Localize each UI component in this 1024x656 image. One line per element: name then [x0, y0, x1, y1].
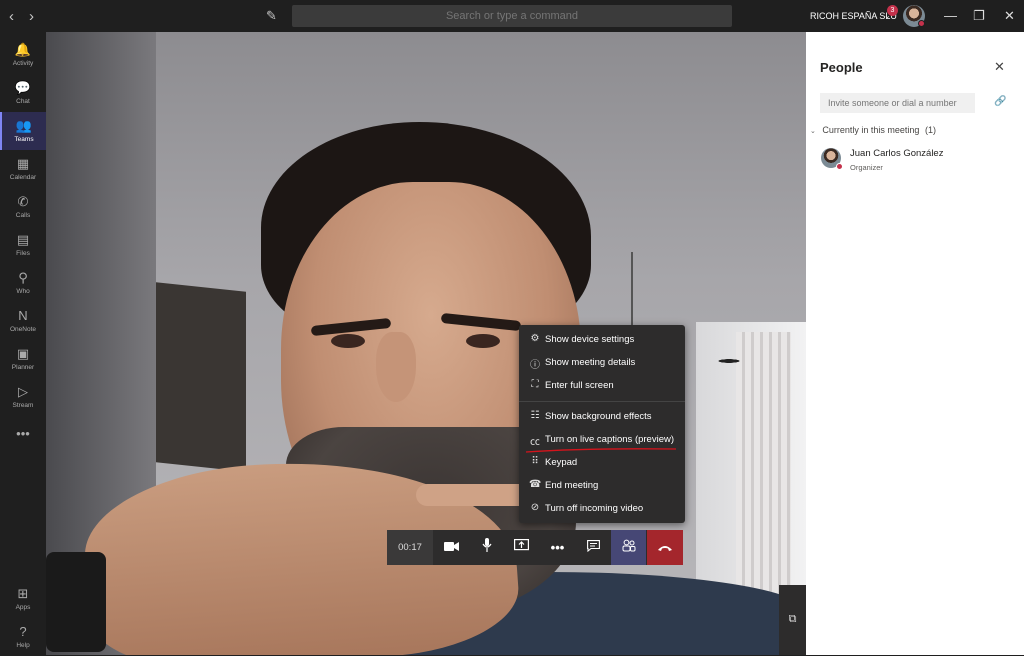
participant-video — [376, 332, 416, 402]
menu-item-meeting-details[interactable]: ⓘ Show meeting details — [519, 351, 685, 374]
search-input[interactable] — [292, 5, 732, 27]
more-actions-menu: ⚙ Show device settings ⓘ Show meeting de… — [519, 325, 685, 523]
menu-item-end-meeting[interactable]: ☎ End meeting — [519, 474, 685, 497]
rail-item-files[interactable]: ▤ Files — [0, 226, 46, 264]
rail-item-calendar[interactable]: ▦ Calendar — [0, 150, 46, 188]
microphone-button[interactable] — [469, 530, 504, 565]
share-screen-button[interactable] — [504, 530, 539, 565]
share-screen-icon — [514, 539, 530, 551]
status-busy-icon — [836, 163, 843, 170]
help-icon: ? — [19, 624, 27, 639]
phone-icon: ✆ — [17, 194, 29, 209]
rail-item-chat[interactable]: 💬 Chat — [0, 74, 46, 112]
captions-icon: ㏄ — [530, 437, 540, 448]
conversation-icon — [587, 540, 600, 553]
maximize-button[interactable]: ❐ — [973, 8, 985, 24]
people-panel: People ✕ 🔗 ⌄ Currently in this meeting (… — [806, 32, 1024, 655]
apps-icon: ⊞ — [17, 586, 29, 601]
planner-icon: ▣ — [16, 346, 30, 361]
participant-count: (1) — [924, 125, 936, 135]
fullscreen-icon: ⛶ — [531, 379, 539, 390]
rail-item-activity[interactable]: 🔔 Activity — [0, 36, 46, 74]
rail-item-planner[interactable]: ▣ Planner — [0, 340, 46, 378]
app-rail: 🔔 Activity 💬 Chat 👥 Teams ▦ Calendar ✆ C… — [0, 32, 46, 655]
title-bar: ‹ › ✎ RICOH ESPAÑA SLU ⌄ 3 — ❐ ✕ — [0, 0, 1024, 32]
chevron-down-icon: ⌄ — [810, 128, 816, 135]
rail-item-apps[interactable]: ⊞ Apps — [0, 580, 46, 618]
call-timer: 00:17 — [387, 530, 433, 565]
toggle-self-video-button[interactable]: ⧉ — [779, 585, 806, 655]
camera-button[interactable] — [434, 530, 469, 565]
more-apps-button[interactable]: ••• — [0, 420, 46, 458]
show-participants-button[interactable] — [611, 530, 646, 565]
participant-name[interactable]: Juan Carlos González — [850, 148, 943, 159]
teams-icon: 👥 — [15, 118, 33, 133]
status-busy-icon — [918, 20, 925, 27]
compose-icon[interactable]: ✎ — [266, 8, 277, 24]
menu-divider — [519, 401, 685, 402]
rail-item-stream[interactable]: ▷ Stream — [0, 378, 46, 416]
camera-switch-icon: ⧉ — [788, 613, 797, 625]
hang-up-icon — [658, 546, 672, 551]
rail-item-who[interactable]: ⚲ Who — [0, 264, 46, 302]
video-camera-icon — [444, 542, 459, 551]
rail-item-help[interactable]: ? Help — [0, 618, 46, 656]
onenote-icon: N — [18, 308, 28, 323]
background-effects-icon: ☷ — [530, 410, 540, 421]
panel-title: People — [820, 60, 863, 75]
info-icon: ⓘ — [530, 360, 540, 371]
participant-video — [46, 552, 106, 652]
rail-item-onenote[interactable]: N OneNote — [0, 302, 46, 340]
participant-role: Organizer — [850, 163, 883, 172]
participants-icon — [622, 539, 635, 552]
more-icon: ••• — [550, 540, 565, 555]
link-icon[interactable]: 🔗 — [994, 96, 1006, 107]
participant-video — [331, 334, 365, 348]
show-conversation-button[interactable] — [576, 530, 611, 565]
calendar-icon: ▦ — [16, 156, 30, 171]
red-underline-annotation — [525, 448, 677, 453]
chat-icon: 💬 — [14, 80, 32, 95]
chevron-right-icon[interactable]: › — [29, 8, 34, 25]
participant-video — [466, 334, 500, 348]
more-actions-button[interactable]: ••• — [540, 530, 575, 565]
menu-item-device-settings[interactable]: ⚙ Show device settings — [519, 328, 685, 351]
bell-icon: 🔔 — [14, 42, 32, 57]
rail-item-calls[interactable]: ✆ Calls — [0, 188, 46, 226]
hang-up-button[interactable] — [647, 530, 683, 565]
end-meeting-icon: ☎ — [529, 479, 542, 490]
chevron-left-icon[interactable]: ‹ — [9, 8, 14, 25]
invite-input[interactable] — [820, 93, 975, 113]
menu-item-full-screen[interactable]: ⛶ Enter full screen — [519, 374, 685, 397]
keypad-icon: ⠿ — [531, 456, 539, 467]
video-off-icon: ⊘ — [530, 502, 540, 513]
close-icon[interactable]: ✕ — [994, 59, 1005, 75]
stream-icon: ▷ — [18, 384, 28, 399]
notification-badge: 3 — [887, 5, 898, 16]
video-background — [156, 282, 246, 472]
close-window-button[interactable]: ✕ — [1004, 8, 1015, 24]
microphone-icon — [482, 538, 491, 552]
more-icon: ••• — [16, 426, 30, 441]
who-icon: ⚲ — [18, 270, 28, 285]
menu-item-incoming-video[interactable]: ⊘ Turn off incoming video — [519, 497, 685, 520]
gear-icon: ⚙ — [530, 333, 540, 344]
rail-item-teams[interactable]: 👥 Teams — [0, 112, 46, 150]
minimize-button[interactable]: — — [944, 8, 957, 23]
menu-item-background-effects[interactable]: ☷ Show background effects — [519, 405, 685, 428]
file-icon: ▤ — [16, 232, 30, 247]
meeting-participants-section[interactable]: ⌄ Currently in this meeting (1) — [810, 125, 936, 135]
